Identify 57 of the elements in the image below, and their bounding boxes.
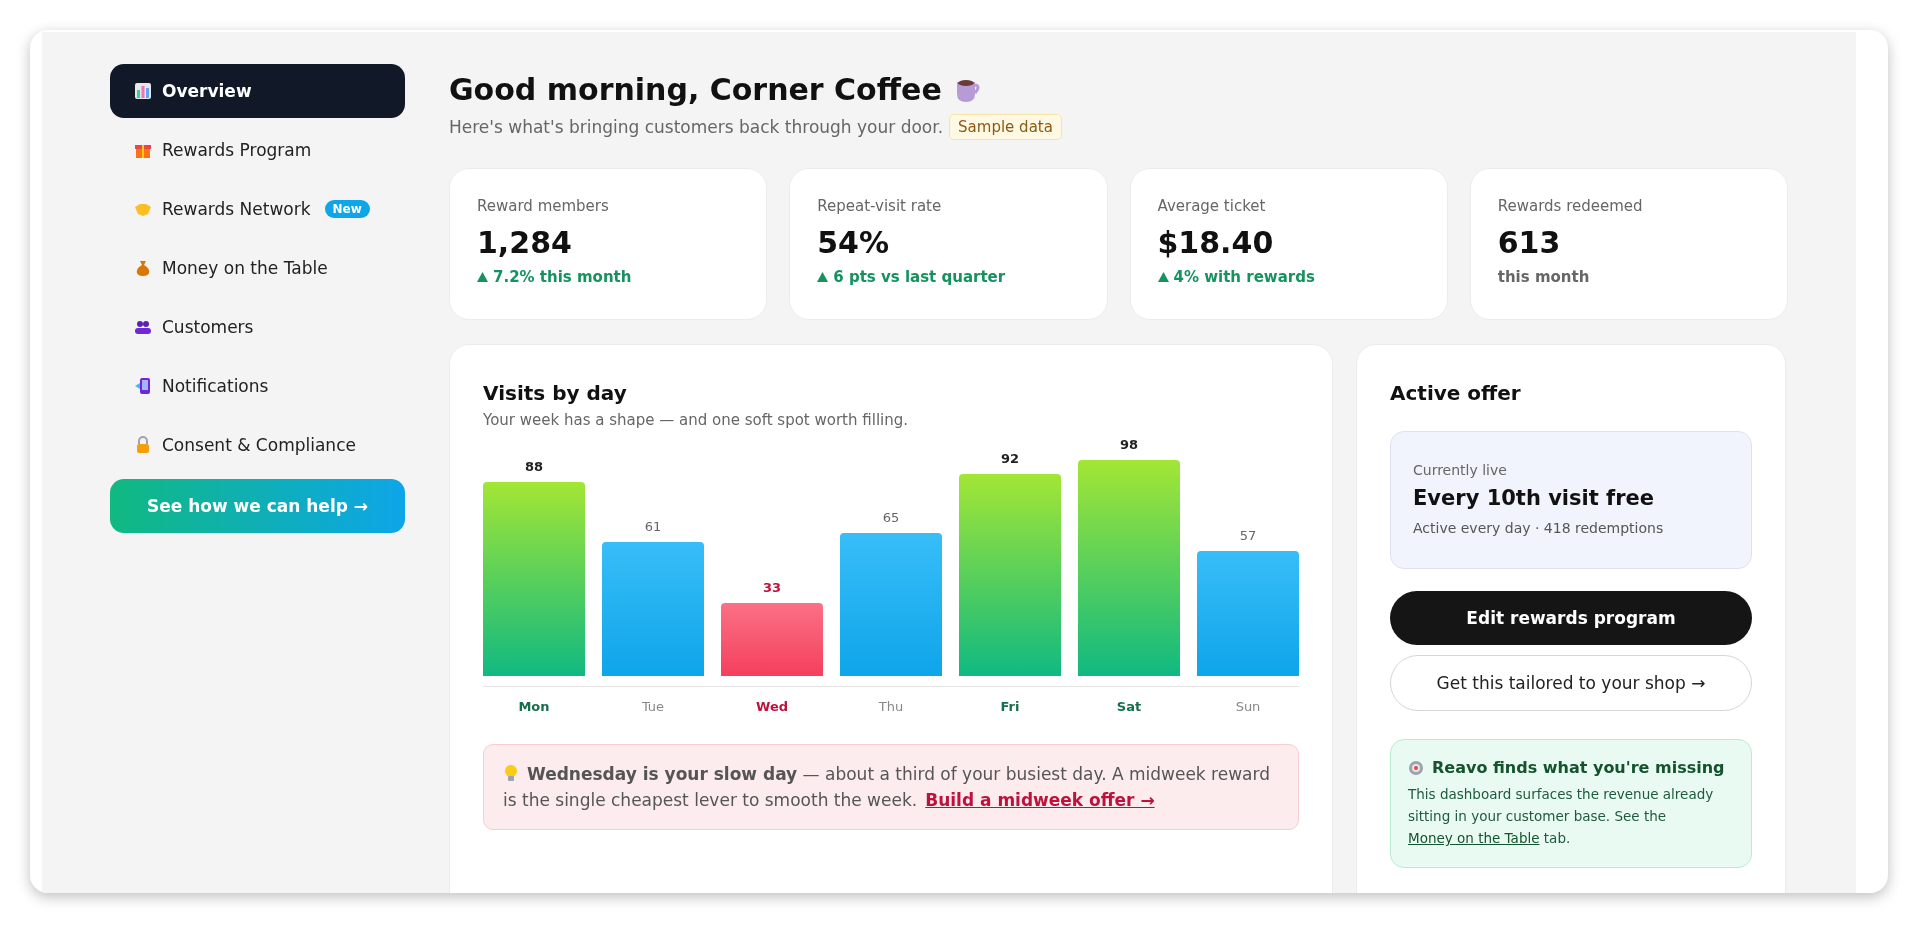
bar-value: 61 — [643, 518, 663, 534]
offer-name: Every 10th visit free — [1413, 486, 1656, 510]
people-icon — [134, 318, 152, 336]
stat-label: Reward members — [477, 197, 610, 215]
midweek-offer-link[interactable]: Build a midweek offer → — [925, 790, 1155, 810]
offer-status: Currently live — [1413, 462, 1508, 478]
sidebar-item[interactable]: Customers — [110, 300, 405, 354]
offer-meta: Active every day · 418 redemptions — [1413, 520, 1665, 536]
alert-text: Wednesday is your slow day — about a third of your busiest day. A midweek reward is the single cheapest lever to smooth the week. Build a midweek offer → — [503, 763, 1271, 812]
sidebar-item[interactable]: Money on the Table — [110, 241, 405, 295]
bar-value: 57 — [1238, 527, 1258, 543]
stat-value: $18.40 — [1157, 225, 1275, 260]
bar-value: 92 — [999, 450, 1021, 466]
stat-value: 613 — [1497, 225, 1562, 260]
stat-note: 6 pts vs last quarter — [833, 268, 1006, 286]
bar-value: 88 — [523, 459, 545, 475]
card-subtitle: Your week has a shape — and one soft spot worth filling. — [483, 411, 910, 429]
day-label: Mon — [517, 699, 551, 714]
stat-value: 1,284 — [477, 225, 573, 260]
day-label: Tue — [640, 699, 666, 714]
bar-value: 33 — [761, 580, 783, 596]
stat-value: 54% — [817, 225, 891, 260]
page-subtitle: Here's what's bringing customers back through your door. — [449, 117, 944, 137]
stat-note: this month — [1497, 268, 1590, 286]
sidebar-item[interactable]: Overview — [110, 64, 405, 118]
stat-label: Rewards redeemed — [1497, 197, 1644, 215]
tip-title: Reavo finds what you're missing — [1432, 758, 1725, 777]
day-label: Thu — [877, 699, 905, 714]
card-title: Visits by day — [483, 381, 628, 405]
tailored-button[interactable]: Get this tailored to your shop → — [1390, 655, 1752, 711]
stat-note: 4% with rewards — [1173, 268, 1315, 286]
edit-program-button[interactable]: Edit rewards program — [1390, 591, 1752, 645]
stat-label: Repeat-visit rate — [817, 197, 943, 215]
target-icon — [1408, 759, 1424, 776]
sidebar-item[interactable]: Consent & Compliance — [110, 418, 405, 472]
card-title: Active offer — [1390, 381, 1522, 405]
sample-data-tag: Sample data — [949, 114, 1062, 140]
phone-icon — [134, 377, 152, 395]
sidebar-item[interactable]: Rewards Network New — [110, 182, 405, 236]
new-badge: New — [324, 200, 370, 218]
bar-value: 65 — [881, 510, 901, 525]
day-label: Wed — [755, 699, 789, 714]
day-label: Sat — [1115, 699, 1143, 714]
lightbulb-icon — [503, 764, 519, 782]
money-bag-icon — [134, 259, 152, 277]
tip-text: This dashboard surfaces the revenue already sitting in your customer base. See the Money on the Table tab. — [1408, 785, 1715, 848]
stat-label: Average ticket — [1157, 197, 1267, 215]
bar-chart-icon — [134, 82, 152, 100]
day-label: Fri — [999, 699, 1021, 714]
page-title: Good morning, Corner Coffee — [449, 71, 942, 109]
sidebar-item[interactable]: Notifications — [110, 359, 405, 413]
lock-icon — [134, 436, 152, 454]
bar-value: 98 — [1118, 437, 1140, 453]
stat-note: 7.2% this month — [493, 268, 632, 286]
money-table-link[interactable]: Money on the Table — [1408, 830, 1540, 846]
sidebar-item[interactable]: Rewards Program — [110, 123, 405, 177]
day-label: Sun — [1234, 699, 1262, 714]
